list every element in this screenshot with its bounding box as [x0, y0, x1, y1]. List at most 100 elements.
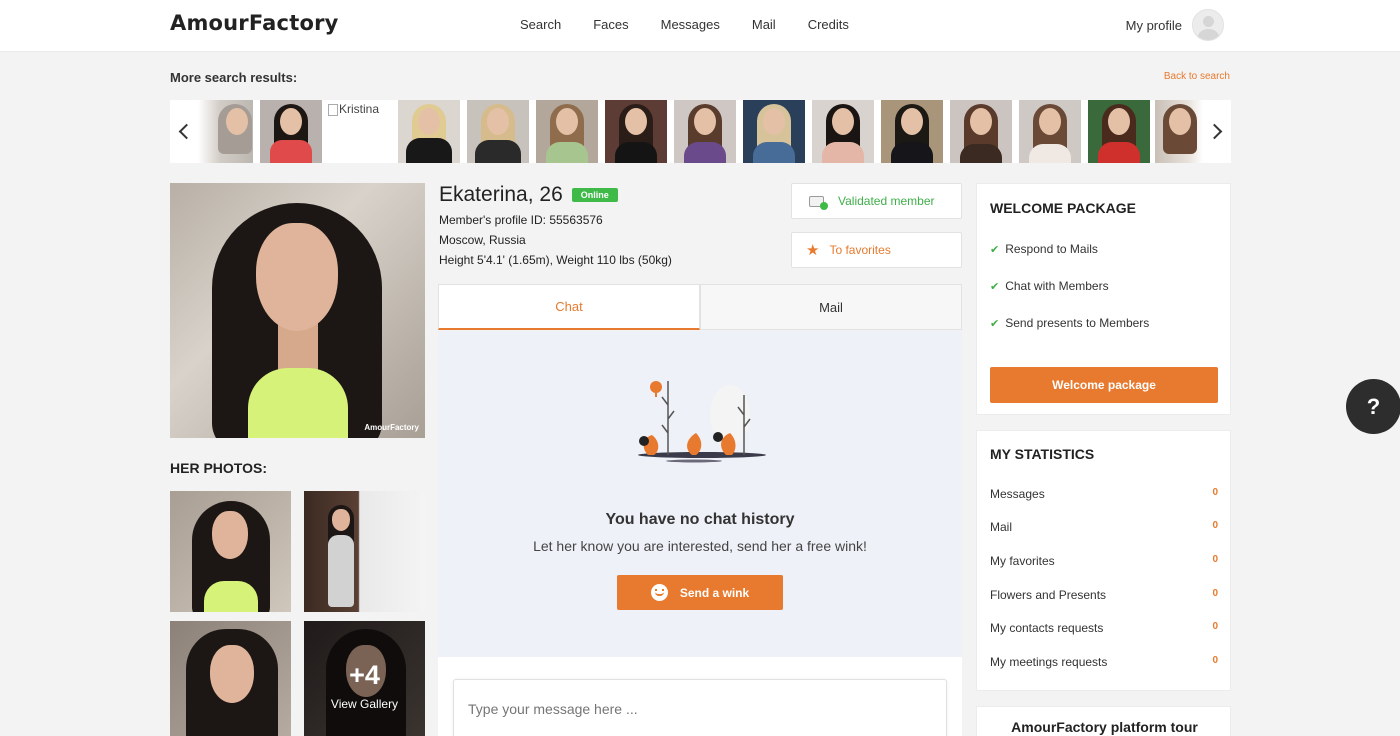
- search-results-carousel: Kristina: [170, 100, 1231, 163]
- result-thumb[interactable]: [605, 100, 667, 163]
- back-to-search-link[interactable]: Back to search: [1164, 71, 1230, 82]
- online-status-badge: Online: [571, 188, 618, 202]
- send-wink-button[interactable]: Send a wink: [617, 575, 783, 610]
- main-nav: Search Faces Messages Mail Credits: [504, 17, 865, 32]
- stat-label: My favorites: [990, 554, 1055, 568]
- nav-faces[interactable]: Faces: [593, 17, 628, 32]
- validated-member-label: Validated member: [838, 194, 935, 208]
- check-icon: ✔: [990, 242, 1000, 256]
- stat-label: Messages: [990, 487, 1045, 501]
- chat-panel: You have no chat history Let her know yo…: [438, 331, 962, 657]
- welcome-package-title: WELCOME PACKAGE: [990, 200, 1136, 216]
- her-photos-title: HER PHOTOS:: [170, 460, 267, 476]
- result-thumb[interactable]: [812, 100, 874, 163]
- more-photos-count: +4: [349, 660, 380, 690]
- stat-label: Flowers and Presents: [990, 588, 1107, 602]
- my-profile-link[interactable]: My profile: [1126, 9, 1224, 41]
- result-thumb[interactable]: [950, 100, 1012, 163]
- result-thumb[interactable]: [398, 100, 460, 163]
- site-logo[interactable]: AmourFactory: [170, 11, 339, 35]
- welcome-item: ✔ Chat with Members: [990, 279, 1109, 293]
- carousel-prev-icon[interactable]: [170, 100, 198, 163]
- main-profile-photo[interactable]: AmourFactory: [170, 183, 425, 438]
- tab-chat[interactable]: Chat: [438, 284, 700, 330]
- platform-tour-title: AmourFactory platform tour: [1011, 719, 1198, 735]
- result-thumb[interactable]: [536, 100, 598, 163]
- photo-watermark: AmourFactory: [364, 423, 419, 432]
- stat-row-meetings[interactable]: My meetings requests 0: [990, 655, 1218, 669]
- empty-chat-title: You have no chat history: [605, 511, 795, 528]
- profile-location: Moscow, Russia: [439, 233, 526, 247]
- welcome-package-panel: WELCOME PACKAGE ✔ Respond to Mails ✔ Cha…: [976, 183, 1231, 415]
- result-thumb[interactable]: [260, 100, 322, 163]
- profile-name: Ekaterina, 26 Online: [439, 183, 618, 207]
- stat-row-favorites[interactable]: My favorites 0: [990, 554, 1218, 568]
- star-icon: ★: [806, 241, 820, 259]
- broken-image-alt: Kristina: [339, 102, 380, 116]
- nav-mail[interactable]: Mail: [752, 17, 776, 32]
- result-thumb-broken[interactable]: Kristina: [328, 100, 390, 163]
- welcome-item-label: Respond to Mails: [1005, 242, 1098, 256]
- gallery-photo-2[interactable]: [304, 491, 425, 612]
- check-icon: ✔: [990, 279, 1000, 293]
- view-gallery-label: View Gallery: [330, 697, 399, 711]
- send-wink-label: Send a wink: [679, 585, 750, 600]
- smile-icon: [650, 584, 668, 601]
- result-thumb[interactable]: [467, 100, 529, 163]
- profile-name-text: Ekaterina, 26: [439, 183, 563, 206]
- my-profile-label: My profile: [1125, 17, 1182, 33]
- my-statistics-title: MY STATISTICS: [990, 446, 1095, 462]
- welcome-package-button[interactable]: Welcome package: [990, 367, 1218, 403]
- stat-label: My meetings requests: [990, 655, 1108, 669]
- empty-chat-illustration-icon: [638, 381, 766, 463]
- stat-row-messages[interactable]: Messages 0: [990, 487, 1218, 501]
- welcome-item: ✔ Send presents to Members: [990, 316, 1149, 330]
- welcome-item: ✔ Respond to Mails: [990, 242, 1098, 256]
- stat-value: 0: [1212, 588, 1218, 599]
- view-gallery-overlay: +4 View Gallery: [304, 621, 425, 736]
- view-gallery-tile[interactable]: +4 View Gallery: [304, 621, 425, 736]
- gallery-photo-1[interactable]: [170, 491, 291, 612]
- stat-value: 0: [1212, 554, 1218, 565]
- more-search-results-title: More search results:: [170, 70, 298, 85]
- stat-value: 0: [1212, 621, 1218, 632]
- stat-label: My contacts requests: [990, 621, 1104, 635]
- profile-physical: Height 5'4.1' (1.65m), Weight 110 lbs (5…: [439, 253, 672, 267]
- nav-search[interactable]: Search: [520, 17, 561, 32]
- id-card-check-icon: [809, 195, 828, 210]
- add-to-favorites-button[interactable]: ★ To favorites: [791, 232, 962, 268]
- platform-tour-panel[interactable]: AmourFactory platform tour: [976, 706, 1231, 736]
- stat-value: 0: [1212, 487, 1218, 498]
- nav-messages[interactable]: Messages: [661, 17, 720, 32]
- result-thumb[interactable]: [198, 100, 253, 163]
- welcome-item-label: Send presents to Members: [1005, 316, 1150, 330]
- add-to-favorites-label: To favorites: [829, 243, 891, 257]
- profile-id: Member's profile ID: 55563576: [439, 213, 603, 227]
- message-input[interactable]: [453, 679, 947, 736]
- carousel-next-icon[interactable]: [1203, 100, 1231, 163]
- result-thumb[interactable]: [743, 100, 805, 163]
- stat-value: 0: [1212, 520, 1218, 531]
- gallery-photo-3[interactable]: [170, 621, 291, 736]
- validated-member-badge[interactable]: Validated member: [791, 183, 962, 219]
- check-icon: ✔: [990, 316, 1000, 330]
- help-question-icon[interactable]: ?: [1346, 379, 1400, 434]
- empty-chat-subtitle: Let her know you are interested, send he…: [533, 538, 867, 554]
- broken-image-icon: [328, 104, 338, 116]
- result-thumb[interactable]: [881, 100, 943, 163]
- stat-value: 0: [1212, 655, 1218, 666]
- tab-mail[interactable]: Mail: [700, 284, 962, 330]
- my-statistics-panel: MY STATISTICS Messages 0 Mail 0 My favor…: [976, 430, 1231, 691]
- stat-row-presents[interactable]: Flowers and Presents 0: [990, 588, 1218, 602]
- stat-row-mail[interactable]: Mail 0: [990, 520, 1218, 534]
- result-thumb[interactable]: [674, 100, 736, 163]
- result-thumb[interactable]: [1155, 100, 1203, 163]
- stat-label: Mail: [990, 520, 1013, 534]
- result-thumb[interactable]: [1019, 100, 1081, 163]
- nav-credits[interactable]: Credits: [808, 17, 849, 32]
- result-thumb[interactable]: [1088, 100, 1150, 163]
- top-header: AmourFactory Search Faces Messages Mail …: [0, 0, 1400, 52]
- stat-row-contacts[interactable]: My contacts requests 0: [990, 621, 1218, 635]
- user-avatar-icon[interactable]: [1192, 9, 1224, 41]
- welcome-item-label: Chat with Members: [1005, 279, 1109, 293]
